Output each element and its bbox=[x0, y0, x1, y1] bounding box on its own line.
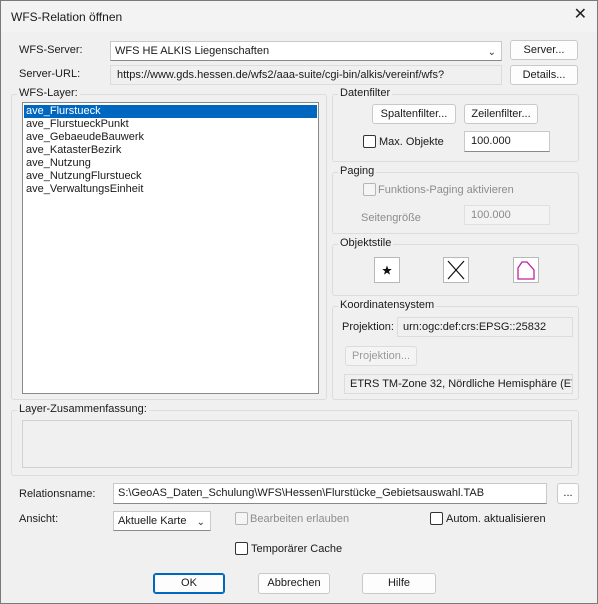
cross-lines-icon bbox=[447, 260, 465, 280]
layer-item-verwaltungseinheit[interactable]: ave_VerwaltungsEinheit bbox=[24, 183, 317, 196]
funktions-paging-label: Funktions-Paging aktivieren bbox=[378, 184, 514, 196]
spaltenfilter-button[interactable]: Spaltenfilter... bbox=[372, 104, 456, 124]
layer-item-flurstueck[interactable]: ave_Flurstueck bbox=[24, 105, 317, 118]
polygon-icon bbox=[517, 261, 535, 280]
chevron-down-icon: ⌄ bbox=[487, 47, 496, 58]
wfs-server-value: WFS HE ALKIS Liegenschaften bbox=[115, 45, 270, 57]
bearbeiten-checkbox[interactable] bbox=[235, 512, 248, 525]
wfs-server-dropdown[interactable]: WFS HE ALKIS Liegenschaften ⌄ bbox=[110, 41, 502, 61]
layer-item-nutzungflurstueck[interactable]: ave_NutzungFlurstueck bbox=[24, 170, 317, 183]
zeilenfilter-button[interactable]: Zeilenfilter... bbox=[464, 104, 538, 124]
funktions-paging-checkbox[interactable] bbox=[363, 183, 376, 196]
projektion-field[interactable]: urn:ogc:def:crs:EPSG::25832 bbox=[397, 317, 573, 337]
koordinatensystem-name-field[interactable]: ETRS TM-Zone 32, Nördliche Hemisphäre (E… bbox=[344, 374, 573, 394]
ansicht-value: Aktuelle Karte bbox=[118, 515, 187, 527]
relationsname-label: Relationsname: bbox=[19, 488, 96, 500]
details-button[interactable]: Details... bbox=[510, 65, 578, 85]
ansicht-label: Ansicht: bbox=[19, 513, 59, 525]
autom-aktualisieren-label: Autom. aktualisieren bbox=[446, 513, 546, 525]
wfs-layer-label: WFS-Layer: bbox=[17, 87, 80, 99]
chevron-down-icon: ⌄ bbox=[196, 517, 205, 528]
layer-item-katasterbezirk[interactable]: ave_KatasterBezirk bbox=[24, 144, 317, 157]
paging-title: Paging bbox=[338, 165, 377, 177]
layer-item-gebaeudebauwerk[interactable]: ave_GebaeudeBauwerk bbox=[24, 131, 317, 144]
dialog-window: WFS-Relation öffnen ✕ WFS-Server: WFS HE… bbox=[0, 0, 598, 604]
max-objekte-input[interactable]: 100.000 bbox=[464, 131, 550, 152]
help-button[interactable]: Hilfe bbox=[362, 573, 436, 594]
server-url-field[interactable]: https://www.gds.hessen.de/wfs2/aaa-suite… bbox=[110, 65, 502, 85]
projektion-label: Projektion: bbox=[342, 321, 394, 333]
layer-summary-text bbox=[22, 420, 572, 468]
seitengroesse-label: Seitengröße bbox=[361, 212, 421, 224]
datenfilter-title: Datenfilter bbox=[338, 87, 393, 99]
close-icon[interactable]: ✕ bbox=[574, 6, 587, 24]
wfs-server-label: WFS-Server: bbox=[19, 44, 83, 56]
layer-summary-label: Layer-Zusammenfassung: bbox=[17, 403, 149, 415]
projektion-button[interactable]: Projektion... bbox=[345, 346, 417, 366]
point-style-button[interactable] bbox=[374, 257, 400, 283]
region-style-button[interactable] bbox=[513, 257, 539, 283]
temporaerer-cache-checkbox[interactable] bbox=[235, 542, 248, 555]
bearbeiten-label: Bearbeiten erlauben bbox=[250, 513, 350, 525]
server-button[interactable]: Server... bbox=[510, 40, 578, 60]
dialog-title: WFS-Relation öffnen bbox=[11, 10, 123, 24]
cancel-button[interactable]: Abbrechen bbox=[258, 573, 330, 594]
max-objekte-label: Max. Objekte bbox=[379, 136, 444, 148]
temporaerer-cache-label: Temporärer Cache bbox=[251, 543, 343, 555]
max-objekte-checkbox[interactable] bbox=[363, 135, 376, 148]
autom-aktualisieren-checkbox[interactable] bbox=[430, 512, 443, 525]
seitengroesse-input[interactable]: 100.000 bbox=[464, 205, 550, 225]
ok-button[interactable]: OK bbox=[153, 573, 225, 594]
title-bar: WFS-Relation öffnen ✕ bbox=[1, 1, 597, 32]
koordinatensystem-title: Koordinatensystem bbox=[338, 299, 437, 311]
line-style-button[interactable] bbox=[443, 257, 469, 283]
ansicht-dropdown[interactable]: Aktuelle Karte ⌄ bbox=[113, 511, 211, 531]
objektstile-title: Objektstile bbox=[338, 237, 394, 249]
relationsname-input[interactable]: S:\GeoAS_Daten_Schulung\WFS\Hessen\Flurs… bbox=[113, 483, 547, 504]
layer-item-flurstueckpunkt[interactable]: ave_FlurstueckPunkt bbox=[24, 118, 317, 131]
layer-item-nutzung[interactable]: ave_Nutzung bbox=[24, 157, 317, 170]
wfs-layer-list[interactable]: ave_Flurstueck ave_FlurstueckPunkt ave_G… bbox=[22, 102, 319, 394]
browse-button[interactable]: ... bbox=[557, 483, 579, 504]
star-icon bbox=[382, 265, 392, 275]
server-url-label: Server-URL: bbox=[19, 68, 81, 80]
